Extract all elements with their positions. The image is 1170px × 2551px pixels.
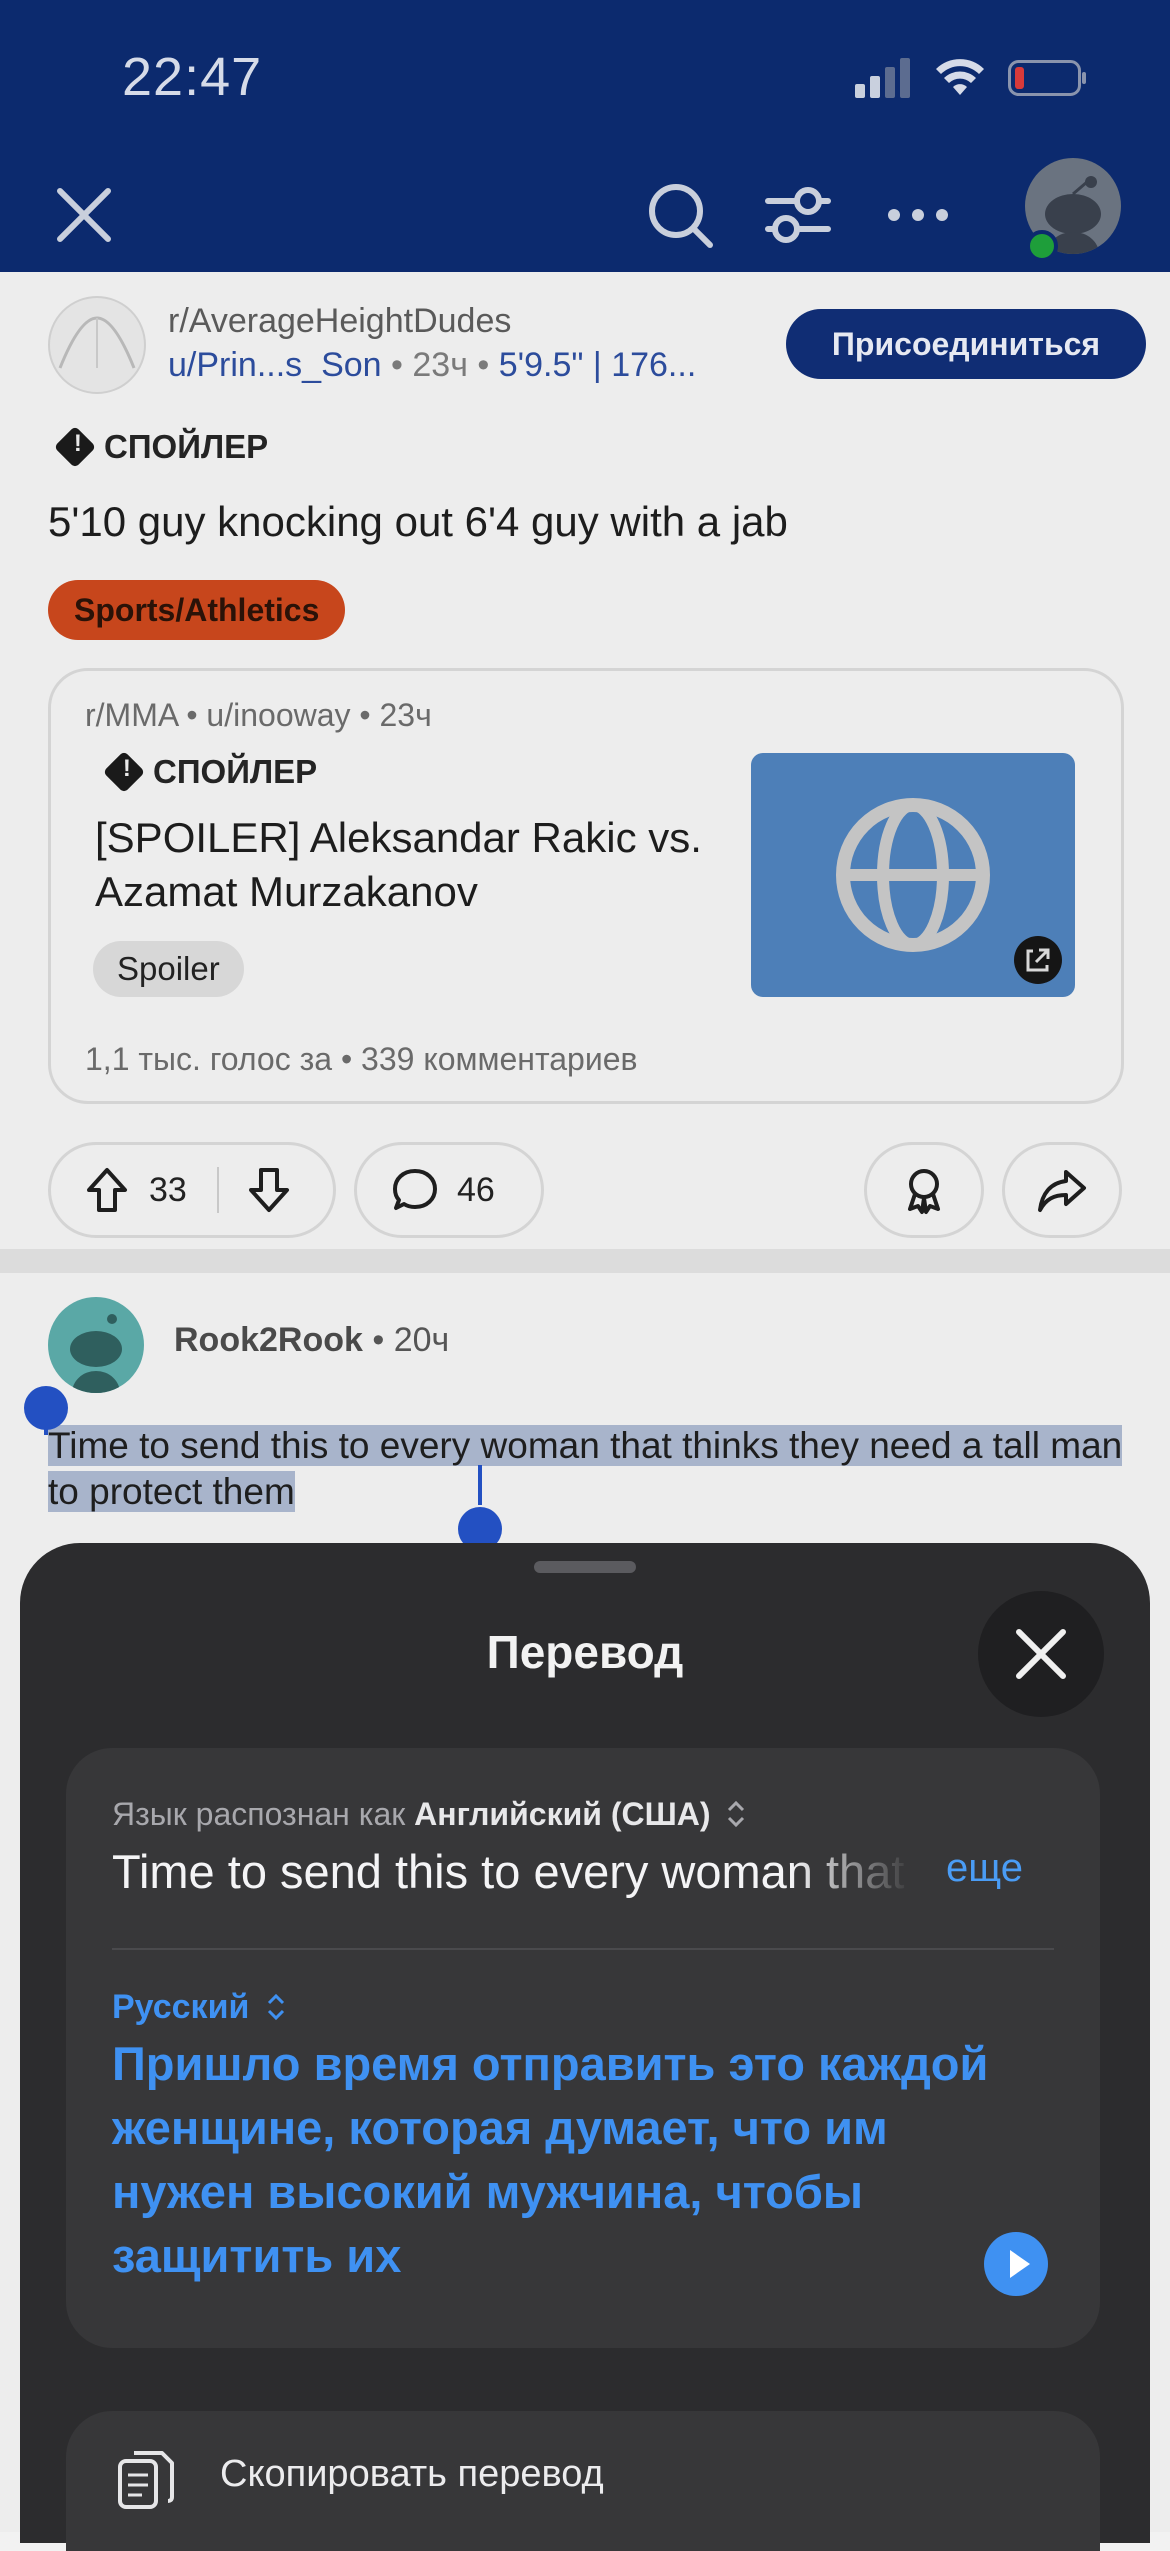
search-icon[interactable] <box>640 175 720 255</box>
sheet-grabber[interactable] <box>534 1561 636 1573</box>
source-text: Time to send this to every woman that th… <box>112 1845 912 1898</box>
crosspost-age: 23ч <box>379 697 432 733</box>
translate-sheet: Перевод Язык распознан как Английский (С… <box>20 1543 1150 2551</box>
separator-dot: • <box>477 346 499 384</box>
selection-start-handle[interactable] <box>24 1386 68 1430</box>
spoiler-indicator: СПОЙЛЕР <box>53 424 269 470</box>
vote-pill: 33 <box>48 1142 336 1238</box>
spoiler-icon <box>102 750 146 794</box>
upvote-icon[interactable] <box>81 1164 133 1216</box>
target-language[interactable]: Русский <box>112 1988 287 2027</box>
crosspost-title: [SPOILER] Aleksandar Rakic vs. Azamat Mu… <box>95 814 702 915</box>
play-button[interactable] <box>984 2232 1048 2296</box>
user-flair: 5'9.5" | 176... <box>498 346 697 384</box>
downvote-icon[interactable] <box>243 1164 295 1216</box>
copy-translation-button[interactable]: Скопировать перевод <box>66 2411 1100 2551</box>
translation-card: Язык распознан как Английский (США) Time… <box>66 1748 1100 2348</box>
link-thumbnail[interactable] <box>751 753 1075 997</box>
award-icon <box>908 1169 940 1214</box>
cellular-signal-icon <box>855 58 910 98</box>
filter-icon[interactable] <box>758 175 838 255</box>
play-icon <box>1010 2250 1030 2278</box>
vote-divider <box>216 1167 219 1213</box>
post-author[interactable]: u/Prin...s_Son <box>168 346 382 384</box>
app-header <box>0 150 1170 272</box>
crosspost-card[interactable]: r/MMA • u/inooway • 23ч СПОЙЛЕР [SPOILER… <box>48 668 1124 1104</box>
target-lang-label: Русский <box>112 1988 250 2026</box>
comment-meta: Rook2Rook • 20ч <box>174 1321 449 1360</box>
chevron-updown-icon <box>728 1800 745 1828</box>
comments-button[interactable]: 46 <box>354 1142 544 1238</box>
separator-dot: • <box>391 346 413 384</box>
comment-text[interactable]: Time to send this to every woman that th… <box>48 1423 1138 1515</box>
award-button[interactable] <box>864 1142 984 1238</box>
card-divider <box>112 1948 1054 1950</box>
crosspost-meta: r/MMA • u/inooway • 23ч <box>85 697 432 734</box>
more-link[interactable]: еще <box>946 1846 1023 1891</box>
copy-label: Скопировать перевод <box>220 2453 604 2495</box>
snoo-avatar-icon <box>70 1314 122 1393</box>
crosspost-stats: 1,1 тыс. голос за • 339 комментариев <box>85 1041 638 1077</box>
selected-text[interactable]: Time to send this to every woman that th… <box>48 1425 1123 1512</box>
post-card[interactable]: r/AverageHeightDudes u/Prin...s_Son • 23… <box>0 272 1170 1249</box>
post-age: 23ч <box>412 346 468 384</box>
share-icon <box>1038 1170 1086 1212</box>
post-meta: u/Prin...s_Son • 23ч • 5'9.5" | 176... <box>168 346 696 385</box>
spoiler-label: СПОЙЛЕР <box>153 753 318 790</box>
copy-icon <box>118 2451 174 2509</box>
detected-language[interactable]: Язык распознан как Английский (США) <box>112 1796 747 1833</box>
spoiler-icon <box>53 425 97 469</box>
close-icon[interactable] <box>44 175 124 255</box>
sheet-close-button[interactable] <box>978 1591 1104 1717</box>
comment-age: 20ч <box>393 1321 450 1359</box>
wifi-icon <box>936 59 984 95</box>
commenter-avatar[interactable] <box>48 1297 144 1393</box>
comment-count: 46 <box>457 1170 495 1209</box>
comment-icon <box>393 1169 437 1210</box>
external-link-icon <box>1014 936 1062 984</box>
translated-text: Пришло время отправить это каждой женщин… <box>112 2037 989 2282</box>
subreddit-name[interactable]: r/AverageHeightDudes <box>168 302 511 341</box>
chevron-updown-icon <box>267 1993 284 2021</box>
separator-dot: • <box>372 1321 394 1359</box>
subreddit-logo-icon <box>58 316 136 369</box>
crosspost-subreddit: r/MMA <box>85 697 178 733</box>
more-icon[interactable] <box>878 175 958 255</box>
separator-dot: • <box>359 697 380 733</box>
commenter-username[interactable]: Rook2Rook <box>174 1321 363 1359</box>
crosspost-author: u/inooway <box>206 697 351 733</box>
vote-count: 33 <box>149 1170 187 1209</box>
close-icon <box>1016 1629 1066 1679</box>
subreddit-avatar[interactable] <box>48 296 146 394</box>
selection-end-stem <box>478 1465 482 1505</box>
feed-separator <box>0 1249 1170 1273</box>
detected-prefix: Язык распознан как <box>112 1796 406 1832</box>
separator-dot: • <box>186 697 207 733</box>
post-flair[interactable]: Sports/Athletics <box>48 580 346 640</box>
crosspost-tag: Spoiler <box>93 941 244 997</box>
crosspost-spoiler: СПОЙЛЕР <box>102 750 318 794</box>
spoiler-label: СПОЙЛЕР <box>104 428 269 465</box>
post-actions: 33 46 <box>48 1142 1122 1242</box>
online-indicator <box>1026 230 1058 262</box>
join-button[interactable]: Присоединиться <box>786 309 1146 379</box>
status-time: 22:47 <box>122 47 263 107</box>
share-button[interactable] <box>1002 1142 1122 1238</box>
battery-icon <box>1008 60 1086 96</box>
detected-lang: Английский (США) <box>414 1796 711 1832</box>
post-title[interactable]: 5'10 guy knocking out 6'4 guy with a jab <box>48 498 788 546</box>
status-bar: 22:47 <box>0 0 1170 150</box>
